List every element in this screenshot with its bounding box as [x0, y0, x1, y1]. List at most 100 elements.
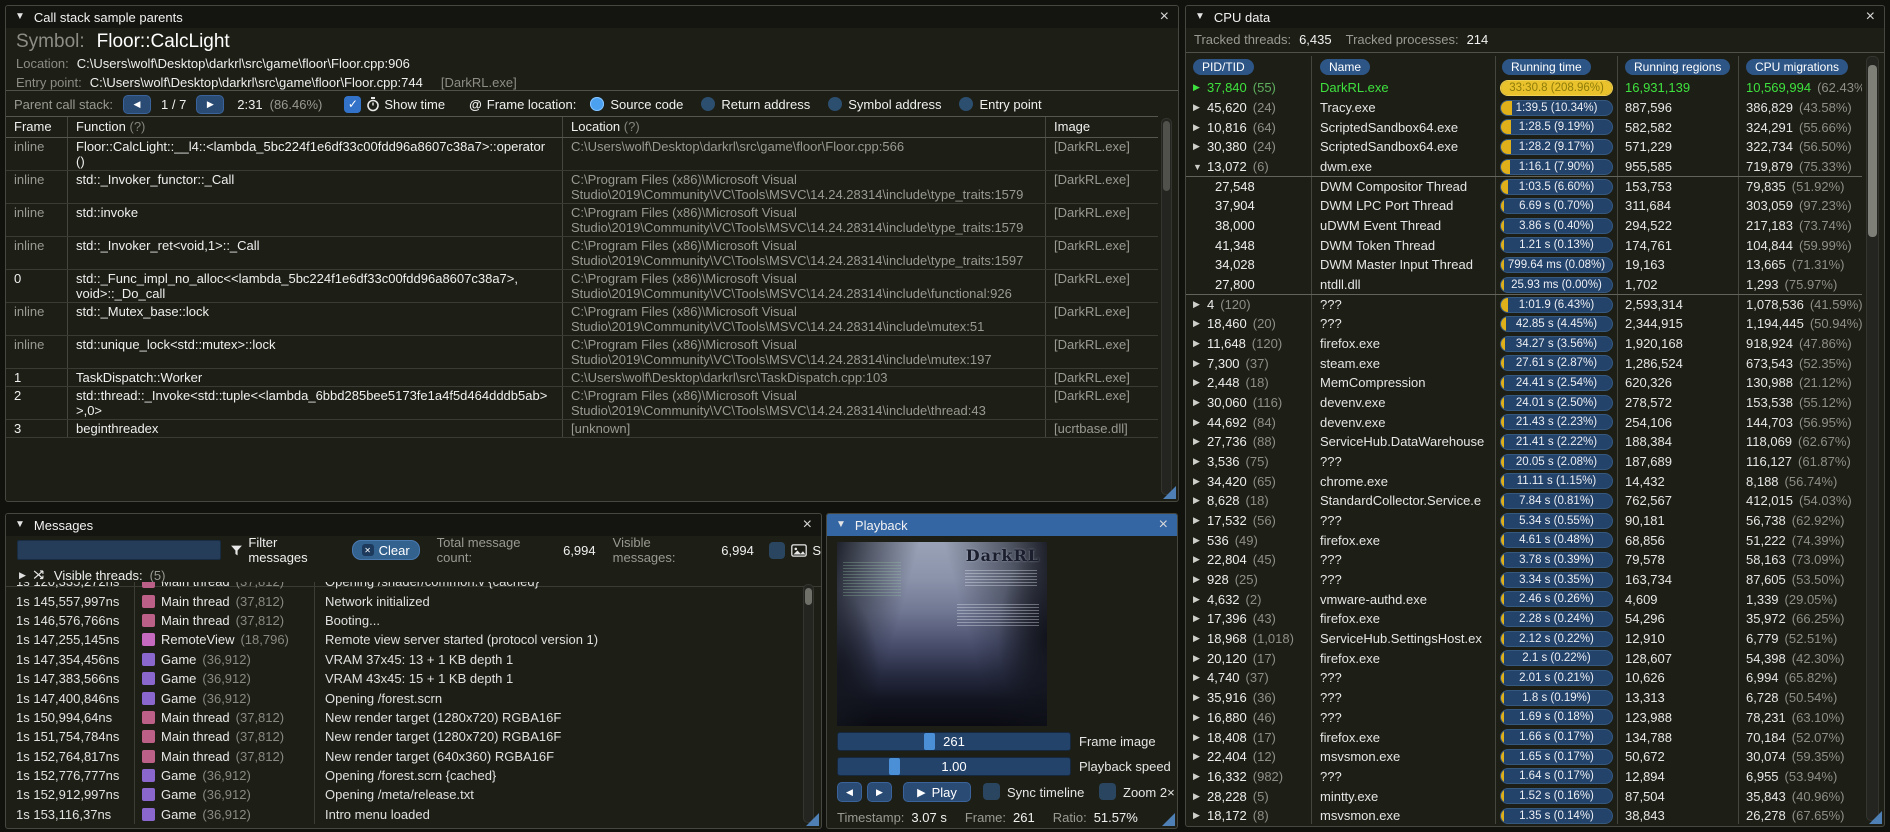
message-row[interactable]: 1s 153,116,37ns Game (36,912) Intro menu lo…: [6, 804, 799, 825]
message-row[interactable]: 1s 152,764,817ns Main thread (37,812) New r…: [6, 746, 799, 766]
expander-icon[interactable]: ▶: [1193, 358, 1207, 369]
message-row[interactable]: 1s 150,994,64ns Main thread (37,812) New re…: [6, 707, 799, 728]
clear-button[interactable]: ✕ Clear: [351, 540, 420, 560]
process-name-cell: ???: [1311, 314, 1495, 334]
prev-frame-button[interactable]: ◀: [837, 782, 862, 802]
message-row[interactable]: 1s 147,400,846ns Game (36,912) Opening /for…: [6, 688, 799, 708]
expander-icon[interactable]: ▶: [1193, 82, 1207, 93]
collapse-icon[interactable]: ▼: [836, 520, 846, 530]
cpu-scrollbar[interactable]: [1866, 56, 1879, 821]
expander-icon[interactable]: ▶: [1193, 436, 1207, 447]
expander-icon[interactable]: ▶: [1193, 141, 1207, 152]
speed-slider[interactable]: 1.00: [837, 757, 1071, 776]
expander-icon[interactable]: ▶: [1193, 633, 1207, 644]
resize-grip[interactable]: [1162, 813, 1175, 826]
expander-icon[interactable]: ▶: [1193, 712, 1207, 723]
expander-icon[interactable]: ▶: [1193, 554, 1207, 565]
expander-icon[interactable]: ▶: [1193, 102, 1207, 113]
running-time-fill: [1501, 769, 1505, 784]
expander-icon[interactable]: ▶: [1193, 751, 1207, 762]
cpu-titlebar[interactable]: ▼ CPU data ×: [1186, 6, 1884, 28]
running-time-text: 33:30.8 (208.96%): [1509, 81, 1604, 94]
expander-icon[interactable]: ▶: [1193, 318, 1207, 329]
message-row[interactable]: 1s 120,335,272ns Main thread (37,812) Openi…: [6, 582, 799, 592]
migrations-pct: (41.59%): [1809, 297, 1862, 313]
expander-icon[interactable]: ▶: [1193, 692, 1207, 703]
expand-icon[interactable]: ▶: [19, 570, 26, 581]
resize-grip[interactable]: [1163, 486, 1176, 499]
thread-count: (17): [1252, 650, 1276, 666]
resize-grip[interactable]: [1869, 811, 1882, 824]
expander-icon[interactable]: ▶: [1193, 476, 1207, 487]
message-row[interactable]: 1s 147,354,456ns Game (36,912) VRAM 37x45: …: [6, 649, 799, 669]
filter-input[interactable]: [17, 540, 222, 560]
sync-timeline-checkbox[interactable]: [983, 783, 1000, 800]
expander-icon[interactable]: ▶: [1193, 574, 1207, 585]
scrollbar-thumb[interactable]: [1163, 121, 1170, 191]
message-row[interactable]: 1s 147,383,566ns Game (36,912) VRAM 43x45: …: [6, 668, 799, 689]
cpu-migrations-column-header[interactable]: CPU migrations: [1746, 59, 1849, 75]
expander-icon[interactable]: ▶: [1193, 299, 1207, 310]
collapse-icon[interactable]: ▼: [1195, 12, 1205, 22]
running-time-text: 2.46 s (0.26%): [1519, 593, 1594, 606]
pid-value: 27,736: [1207, 434, 1247, 450]
collapse-icon[interactable]: ▼: [15, 520, 25, 530]
messages-titlebar[interactable]: ▼ Messages ×: [6, 514, 821, 536]
expander-icon[interactable]: ▶: [1193, 771, 1207, 782]
expander-icon[interactable]: ▶: [1193, 594, 1207, 605]
close-icon[interactable]: ×: [1866, 9, 1875, 25]
expander-icon[interactable]: ▶: [1193, 495, 1207, 506]
show-images-checkbox[interactable]: [768, 541, 786, 559]
expander-icon[interactable]: ▼: [1193, 162, 1207, 172]
message-row[interactable]: 1s 152,776,777ns Game (36,912) Opening /for…: [6, 765, 799, 786]
running-regions-column-header[interactable]: Running regions: [1625, 59, 1731, 75]
expander-icon[interactable]: ▶: [1193, 653, 1207, 664]
close-icon[interactable]: ×: [803, 517, 812, 533]
close-icon[interactable]: ×: [1160, 9, 1169, 25]
playback-titlebar[interactable]: ▼ Playback ×: [827, 514, 1177, 536]
close-icon[interactable]: ×: [1159, 517, 1168, 533]
message-row[interactable]: 1s 151,754,784ns Main thread (37,812) New r…: [6, 727, 799, 747]
radio-symbol-address[interactable]: [828, 97, 843, 111]
message-row[interactable]: 1s 152,912,997ns Game (36,912) Opening /met…: [6, 785, 799, 805]
name-column-header[interactable]: Name: [1320, 59, 1371, 75]
show-time-checkbox[interactable]: ✓: [344, 95, 362, 113]
messages-scrollbar[interactable]: [803, 584, 814, 823]
message-row[interactable]: 1s 146,576,766ns Main thread (37,812) Booti…: [6, 610, 799, 631]
radio-entry-point[interactable]: [959, 97, 974, 111]
expander-icon[interactable]: ▶: [1193, 810, 1207, 821]
scrollbar-thumb[interactable]: [805, 588, 812, 605]
zoom-checkbox[interactable]: [1099, 783, 1116, 800]
expander-icon[interactable]: ▶: [1193, 122, 1207, 133]
expander-icon[interactable]: ▶: [1193, 672, 1207, 683]
play-button[interactable]: ▶ Play: [903, 782, 971, 802]
frame-slider[interactable]: 261: [837, 732, 1071, 751]
message-row[interactable]: 1s 147,255,145ns RemoteView (18,796) Remote…: [6, 630, 799, 650]
prev-callstack-button[interactable]: ◀: [123, 94, 151, 114]
expander-icon[interactable]: ▶: [1193, 397, 1207, 408]
callstack-titlebar[interactable]: ▼ Call stack sample parents ×: [6, 6, 1178, 28]
next-callstack-button[interactable]: ▶: [196, 94, 225, 114]
collapse-icon[interactable]: ▼: [15, 12, 25, 22]
expander-icon[interactable]: ▶: [1193, 338, 1207, 349]
radio-source-code[interactable]: [590, 97, 605, 111]
expander-icon[interactable]: ▶: [1193, 377, 1207, 388]
next-frame-button[interactable]: ▶: [867, 782, 892, 802]
callstack-scrollbar[interactable]: [1161, 118, 1172, 495]
expander-icon[interactable]: ▶: [1193, 613, 1207, 624]
expander-icon[interactable]: ▶: [1193, 732, 1207, 743]
resize-grip[interactable]: [806, 813, 819, 826]
expander-icon[interactable]: ▶: [1193, 417, 1207, 428]
expander-icon[interactable]: ▶: [1193, 515, 1207, 526]
expander-icon[interactable]: ▶: [1193, 791, 1207, 802]
message-row[interactable]: 1s 145,557,997ns Main thread (37,812) Netwo…: [6, 591, 799, 611]
pid-column-header[interactable]: PID/TID: [1193, 59, 1254, 75]
expander-icon[interactable]: ▶: [1193, 456, 1207, 467]
scrollbar-thumb[interactable]: [1868, 65, 1877, 237]
expander-icon[interactable]: ▶: [1193, 535, 1207, 546]
running-time-column-header[interactable]: Running time: [1502, 59, 1591, 75]
message-thread-cell: Main thread (37,812): [135, 746, 315, 766]
running-time-text: 20.05 s (2.08%): [1515, 455, 1598, 468]
cpu-migrations-cell: 6,779 (52.51%): [1738, 628, 1862, 649]
radio-return-address[interactable]: [701, 97, 716, 111]
